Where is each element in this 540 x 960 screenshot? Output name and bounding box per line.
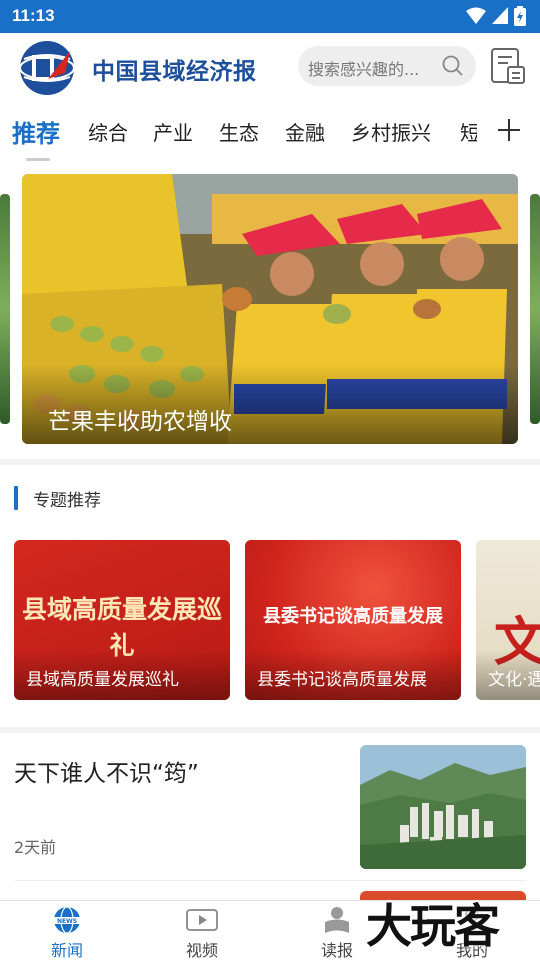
active-tab-indicator: [26, 158, 50, 161]
wifi-icon: [466, 7, 486, 24]
news-item-time: 2天前: [14, 838, 57, 857]
tab-industry[interactable]: 产业: [153, 117, 193, 146]
add-tab-icon[interactable]: [494, 115, 524, 145]
nav-news-label: 新闻: [50, 941, 83, 960]
topic-card[interactable]: 县域高质量发展巡礼 县域高质量发展巡礼: [14, 540, 230, 700]
tab-short[interactable]: 短: [460, 117, 477, 146]
nav-reader-label: 读报: [320, 941, 353, 960]
section-accent-bar: [14, 486, 18, 510]
list-separator: [14, 880, 526, 881]
topic-card[interactable]: 县委书记谈高质量发展 县委书记谈高质量发展: [245, 540, 461, 700]
status-time: 11:13: [12, 6, 55, 25]
topic-card-art-text: 县委书记谈高质量发展: [263, 606, 443, 627]
tab-recommend[interactable]: 推荐: [12, 114, 60, 149]
status-bar: 11:13: [0, 0, 540, 33]
watermark-logo: 大玩客: [366, 899, 500, 953]
signal-icon: [492, 7, 508, 24]
banner-caption: 芒果丰收助农增收: [48, 409, 232, 435]
section-title-topics: 专题推荐: [33, 491, 101, 511]
section-divider: [0, 459, 540, 465]
battery-icon: [514, 6, 526, 26]
tab-ecology[interactable]: 生态: [219, 117, 259, 146]
app-logo-title: 中国县域经济报: [92, 58, 257, 85]
topic-card[interactable]: 文 文化·遇: [476, 540, 540, 700]
topic-card-caption: 文化·遇: [488, 670, 540, 690]
nav-news[interactable]: NEWS 新闻: [27, 905, 107, 960]
tab-finance[interactable]: 金融: [285, 117, 325, 146]
reader-icon: [325, 907, 349, 933]
search-placeholder: 搜索感兴趣的...: [308, 60, 420, 79]
app-header: 中国县域经济报 搜索感兴趣的...: [0, 33, 540, 101]
tab-rural-revitalization[interactable]: 乡村振兴: [351, 117, 431, 146]
status-icons: [466, 6, 526, 26]
tab-general[interactable]: 综合: [88, 117, 128, 146]
section-divider: [0, 727, 540, 733]
search-icon[interactable]: [442, 55, 464, 77]
nav-video-label: 视频: [185, 941, 218, 960]
newspaper-icon[interactable]: [490, 47, 526, 85]
nav-video[interactable]: 视频: [162, 905, 242, 960]
category-tabs: 推荐 综合 产业 生态 金融 乡村振兴 短: [0, 101, 540, 161]
news-globe-icon: NEWS: [54, 906, 80, 934]
news-item-title[interactable]: 天下谁人不识“筠”: [14, 754, 199, 788]
video-icon: [186, 909, 218, 931]
logo-icon: [19, 41, 75, 95]
carousel-prev-peek[interactable]: [0, 194, 10, 424]
search-box[interactable]: 搜索感兴趣的...: [298, 46, 476, 86]
banner-slide[interactable]: 芒果丰收助农增收: [22, 174, 518, 444]
news-thumbnail-image: [360, 745, 526, 869]
carousel-next-peek[interactable]: [530, 194, 540, 424]
topic-card-caption: 县委书记谈高质量发展: [257, 670, 427, 690]
svg-text:NEWS: NEWS: [57, 918, 77, 925]
topic-card-caption: 县域高质量发展巡礼: [26, 670, 179, 690]
news-item-thumbnail[interactable]: [360, 745, 526, 869]
nav-reader[interactable]: 读报: [297, 905, 377, 960]
